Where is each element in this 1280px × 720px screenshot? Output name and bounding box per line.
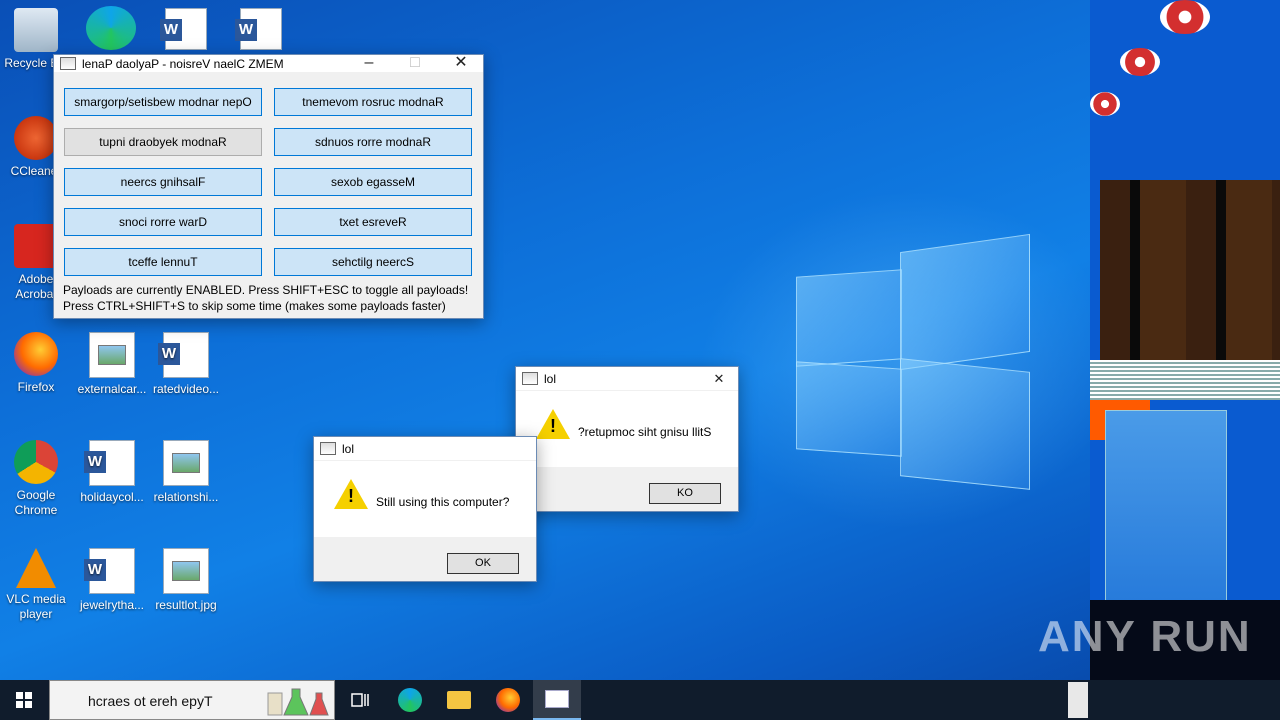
search-placeholder: hcraes ot ereh epyT — [88, 693, 213, 709]
firefox-icon[interactable]: Firefox — [0, 332, 72, 395]
word-file-icon[interactable]: ratedvideo... — [150, 332, 222, 397]
dialog-title: lol — [342, 441, 355, 456]
screen-glitch-area — [1090, 0, 1280, 680]
message-dialog-reversed[interactable]: lol ✕ ! ?retupmoc siht gnisu llitS KO — [515, 366, 739, 512]
status-text: Press CTRL+SHIFT+S to skip some time (ma… — [63, 299, 446, 313]
dialog-body: ! Still using this computer? — [314, 461, 536, 537]
dialog-title: lol — [544, 371, 557, 386]
warning-icon: ! — [334, 479, 368, 509]
icon-label: resultlot.jpg — [155, 598, 217, 612]
task-view-icon — [351, 693, 369, 707]
screen-glitches-button[interactable]: sehctilg neercS — [274, 248, 472, 276]
search-box[interactable]: hcraes ot ereh epyT — [49, 680, 335, 720]
close-button[interactable]: ✕ — [701, 367, 737, 390]
icon-label: Firefox — [17, 380, 55, 394]
close-button[interactable]: ✕ — [438, 55, 484, 72]
word-file-icon[interactable]: holidaycol... — [76, 440, 148, 505]
dialog-body: ! ?retupmoc siht gnisu llitS — [516, 391, 738, 467]
error-icon — [1120, 48, 1160, 76]
taskbar: hcraes ot ereh epyT — [0, 680, 1280, 720]
icon-label: jewelrytha... — [79, 598, 145, 612]
ko-button[interactable]: KO — [649, 483, 721, 504]
windows-logo — [796, 233, 1030, 490]
firefox-icon — [496, 688, 520, 712]
icon-label: relationshi... — [153, 490, 219, 504]
dialog-footer: KO — [516, 470, 738, 511]
title-bar[interactable]: lenaP daolyaP - noisreV naelC ZMEM – □ ✕ — [54, 55, 483, 72]
open-random-websites-button[interactable]: smargorp/setisbew modnar nepO — [64, 88, 262, 116]
message-dialog[interactable]: lol ! Still using this computer? OK — [313, 436, 537, 582]
random-cursor-movement-button[interactable]: tnemevom rosruc modnaR — [274, 88, 472, 116]
vlc-icon[interactable]: VLC media player — [0, 548, 72, 622]
message-boxes-button[interactable]: sexob egasseM — [274, 168, 472, 196]
image-file-icon[interactable]: resultlot.jpg — [150, 548, 222, 613]
status-text: Payloads are currently ENABLED. Press SH… — [63, 283, 469, 297]
edge-taskbar-button[interactable] — [386, 680, 434, 720]
reverse-text-button[interactable]: txet esreveR — [274, 208, 472, 236]
random-keyboard-input-button[interactable]: tupni draobyek modnaR — [64, 128, 262, 156]
firefox-taskbar-button[interactable] — [484, 680, 532, 720]
dialog-message: ?retupmoc siht gnisu llitS — [578, 425, 712, 439]
icon-label: holidaycol... — [80, 490, 144, 504]
dialog-footer: OK — [314, 540, 536, 581]
icon-label: VLC media player — [6, 592, 66, 621]
anyrun-watermark: ANY RUN — [1038, 612, 1252, 661]
ok-button[interactable]: OK — [447, 553, 519, 574]
taskbar-glitch-block — [1068, 682, 1088, 718]
random-error-sounds-button[interactable]: sdnuos rorre modnaR — [274, 128, 472, 156]
app-icon — [60, 57, 76, 70]
app-window-icon — [545, 690, 569, 708]
flashing-screen-button[interactable]: neercs gnihsalF — [64, 168, 262, 196]
edge-icon — [398, 688, 422, 712]
start-button[interactable] — [0, 680, 48, 720]
tunnel-effect-button[interactable]: tceffe lennuT — [64, 248, 262, 276]
glitch-block — [1100, 180, 1280, 360]
science-flasks-icon — [267, 688, 329, 716]
icon-label: Google Chrome — [14, 488, 58, 517]
dialog-message: Still using this computer? — [376, 495, 510, 509]
word-file-icon[interactable]: jewelrytha... — [76, 548, 148, 613]
chrome-icon[interactable]: Google Chrome — [0, 440, 72, 518]
app-icon — [522, 372, 538, 385]
draw-error-icons-button[interactable]: snoci rorre warD — [64, 208, 262, 236]
windows-start-icon — [16, 692, 32, 708]
file-explorer-button[interactable] — [435, 680, 483, 720]
image-file-icon[interactable]: relationshi... — [150, 440, 222, 505]
title-bar[interactable]: lol ✕ — [516, 367, 738, 390]
error-icon — [1090, 92, 1120, 116]
maximize-button[interactable]: □ — [392, 55, 438, 72]
app-icon — [320, 442, 336, 455]
memz-taskbar-button[interactable] — [533, 680, 581, 720]
word-file-icon[interactable] — [160, 8, 207, 50]
task-view-button[interactable] — [336, 680, 384, 720]
minimize-button[interactable]: – — [346, 55, 392, 72]
word-file-icon[interactable] — [235, 8, 282, 50]
window-title: lenaP daolyaP - noisreV naelC ZMEM — [82, 56, 284, 71]
image-file-icon[interactable]: externalcar... — [76, 332, 148, 397]
folder-icon — [447, 691, 471, 709]
warning-icon: ! — [536, 409, 570, 439]
edge-icon[interactable] — [86, 6, 136, 50]
payload-panel-window[interactable]: lenaP daolyaP - noisreV naelC ZMEM – □ ✕… — [53, 54, 484, 319]
icon-label: ratedvideo... — [152, 382, 220, 396]
icon-label: externalcar... — [77, 382, 147, 396]
glitch-block — [1090, 360, 1280, 400]
error-icon — [1160, 0, 1210, 34]
title-bar[interactable]: lol — [314, 437, 536, 460]
